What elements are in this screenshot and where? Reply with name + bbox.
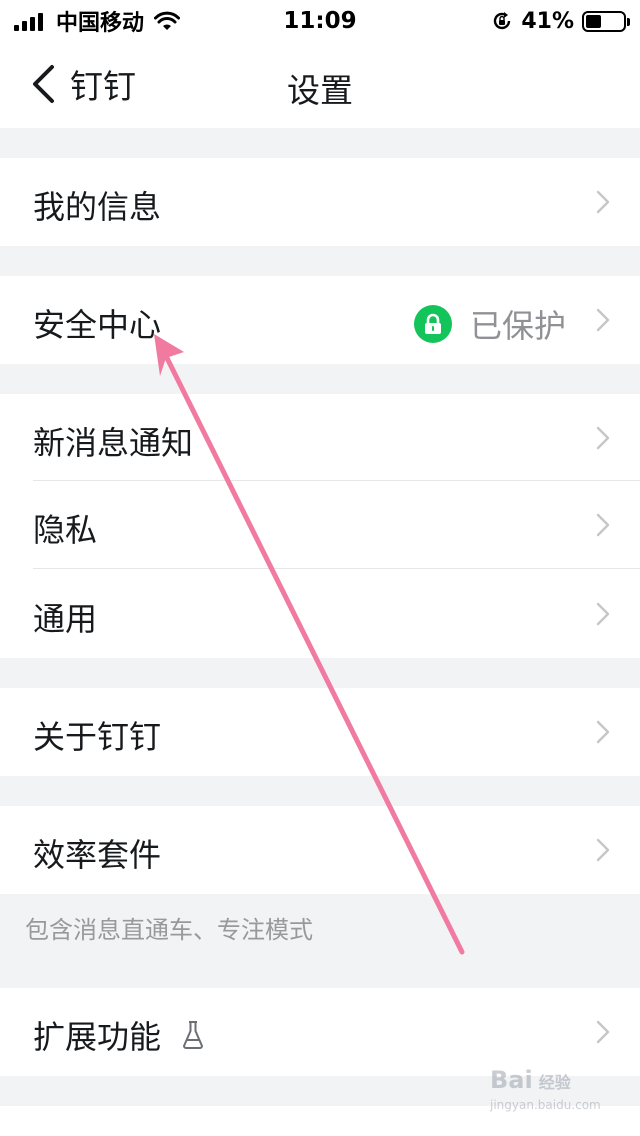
row-label: 关于钉钉	[33, 718, 162, 756]
row-label: 扩展功能	[33, 1018, 162, 1056]
baidu-jingyan-watermark: Bai 经验 jingyan.baidu.com	[490, 1066, 610, 1112]
battery-icon	[582, 10, 630, 32]
settings-row-notifications[interactable]: 新消息通知	[0, 394, 640, 481]
rotation-lock-icon	[494, 12, 511, 30]
battery-fill	[586, 14, 601, 28]
row-label: 效率套件	[33, 836, 162, 874]
settings-row-about[interactable]: 关于钉钉	[0, 688, 640, 776]
status-bar: 中国移动 11:09 41%	[0, 0, 640, 42]
chevron-right-icon	[596, 1020, 610, 1044]
row-label: 安全中心	[33, 306, 162, 344]
row-label: 隐私	[33, 511, 98, 549]
chevron-right-icon	[596, 838, 610, 862]
chevron-right-icon	[596, 720, 610, 744]
security-status: 已保护	[413, 301, 566, 347]
chevron-right-icon	[596, 190, 610, 214]
page-title: 设置	[287, 71, 353, 110]
chevron-right-icon	[596, 308, 610, 332]
lock-icon	[413, 305, 452, 343]
settings-row-my-info[interactable]: 我的信息	[0, 158, 640, 246]
chevron-right-icon	[596, 513, 610, 537]
watermark-logo: Bai 经验	[490, 1066, 571, 1094]
status-right: 41%	[491, 6, 630, 36]
security-status-text: 已保护	[469, 307, 566, 345]
row-label-with-badge: 扩展功能	[33, 1012, 205, 1058]
chevron-right-icon	[596, 602, 610, 626]
row-label: 通用	[33, 600, 98, 638]
settings-row-extensions[interactable]: 扩展功能	[0, 988, 640, 1076]
row-label: 我的信息	[33, 188, 162, 226]
efficiency-suite-note: 包含消息直通车、专注模式	[25, 916, 313, 944]
nav-bar: 钉钉 设置	[0, 42, 640, 128]
battery-percent: 41%	[521, 8, 574, 34]
chevron-right-icon	[596, 426, 610, 450]
settings-row-efficiency-suite[interactable]: 效率套件	[0, 806, 640, 894]
settings-row-security-center[interactable]: 安全中心 已保护	[0, 276, 640, 364]
settings-row-general[interactable]: 通用	[0, 569, 640, 658]
flask-icon	[183, 1021, 204, 1049]
row-label: 新消息通知	[33, 424, 194, 462]
watermark-url: jingyan.baidu.com	[490, 1098, 601, 1112]
settings-row-privacy[interactable]: 隐私	[0, 481, 640, 569]
